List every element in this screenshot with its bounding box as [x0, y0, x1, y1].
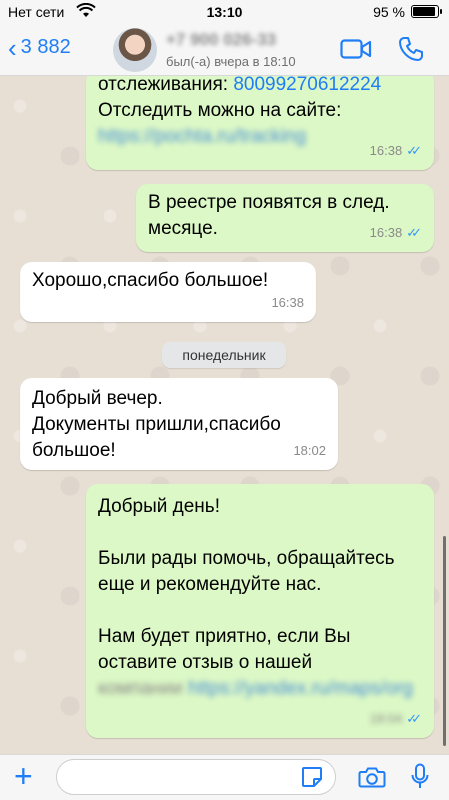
avatar[interactable]: [113, 28, 157, 72]
message-text: В реестре появятся в след.: [148, 192, 390, 213]
read-ticks-icon: ✓✓: [406, 143, 422, 158]
message-text: большое!: [32, 440, 116, 461]
message-text: еще и рекомендуйте нас.: [98, 574, 322, 595]
message-text: оставите отзыв о нашей: [98, 652, 313, 673]
battery-icon: [411, 5, 442, 18]
message-incoming[interactable]: Хорошо,спасибо большое! 16:38: [20, 262, 316, 322]
read-ticks-icon: ✓✓: [406, 225, 422, 240]
message-input[interactable]: [56, 759, 336, 795]
message-time: 18:02: [293, 443, 326, 458]
tracking-number-link[interactable]: 80099270612224: [233, 76, 381, 95]
message-meta: 18:02: [293, 438, 326, 464]
phone-call-icon[interactable]: [398, 36, 424, 67]
blurred-link[interactable]: https://yandex.ru/maps/org: [188, 678, 413, 699]
read-ticks-icon: ✓✓: [406, 711, 422, 726]
blurred-text: компании: [98, 678, 183, 699]
battery-fill: [413, 7, 435, 16]
message-outgoing[interactable]: В реестре появятся в след. месяце. 16:38…: [136, 184, 434, 252]
chat-header: ‹ 3 882 +7 900 026-33 был(-а) вчера в 18…: [0, 24, 449, 76]
message-text: Были рады помочь, обращайтесь: [98, 548, 395, 569]
message-text: Хорошо,спасибо большое!: [32, 270, 269, 291]
contact-name[interactable]: +7 900 026-33: [166, 30, 276, 50]
message-text: Добрый вечер.: [32, 388, 163, 409]
camera-icon[interactable]: [358, 765, 386, 794]
message-text: отслеживания: 80099270612224: [98, 76, 382, 95]
message-time: 16:38: [369, 225, 403, 240]
message-time: 18:04: [369, 711, 403, 726]
day-separator: понедельник: [162, 342, 286, 368]
plus-icon[interactable]: +: [14, 759, 33, 793]
message-outgoing[interactable]: отслеживания: 80099270612224 Отследить м…: [86, 76, 434, 170]
message-outgoing[interactable]: Добрый день! Были рады помочь, обращайте…: [86, 484, 434, 738]
message-text: Добрый день!: [98, 496, 220, 517]
message-time: 16:38: [271, 295, 304, 310]
battery-percent: 95 %: [373, 4, 405, 20]
unread-count: 3 882: [20, 36, 71, 58]
message-text: Отследить можно на сайте:: [98, 100, 342, 121]
message-meta: 16:38: [271, 290, 304, 316]
back-button[interactable]: ‹ 3 882: [8, 32, 71, 63]
message-meta: 16:38 ✓✓: [370, 138, 422, 164]
last-seen-status: был(-а) вчера в 18:10: [166, 54, 296, 69]
message-text: Нам будет приятно, если Вы: [98, 626, 351, 647]
status-bar: Нет сети 13:10 95 %: [0, 0, 449, 24]
scrollbar[interactable]: [443, 536, 446, 746]
video-call-icon[interactable]: [340, 38, 372, 65]
sticker-icon[interactable]: [300, 765, 324, 794]
microphone-icon[interactable]: [410, 763, 430, 796]
message-meta: 16:38 ✓✓: [370, 220, 422, 246]
message-incoming[interactable]: Добрый вечер. Документы пришли,спасибо б…: [20, 378, 338, 470]
message-time: 16:38: [369, 143, 403, 158]
message-composer: +: [0, 754, 449, 800]
message-meta: 18:04 ✓✓: [370, 706, 422, 732]
message-text: Документы пришли,спасибо: [32, 414, 281, 435]
chat-messages[interactable]: отслеживания: 80099270612224 Отследить м…: [0, 76, 449, 754]
chevron-left-icon: ‹: [8, 32, 17, 63]
